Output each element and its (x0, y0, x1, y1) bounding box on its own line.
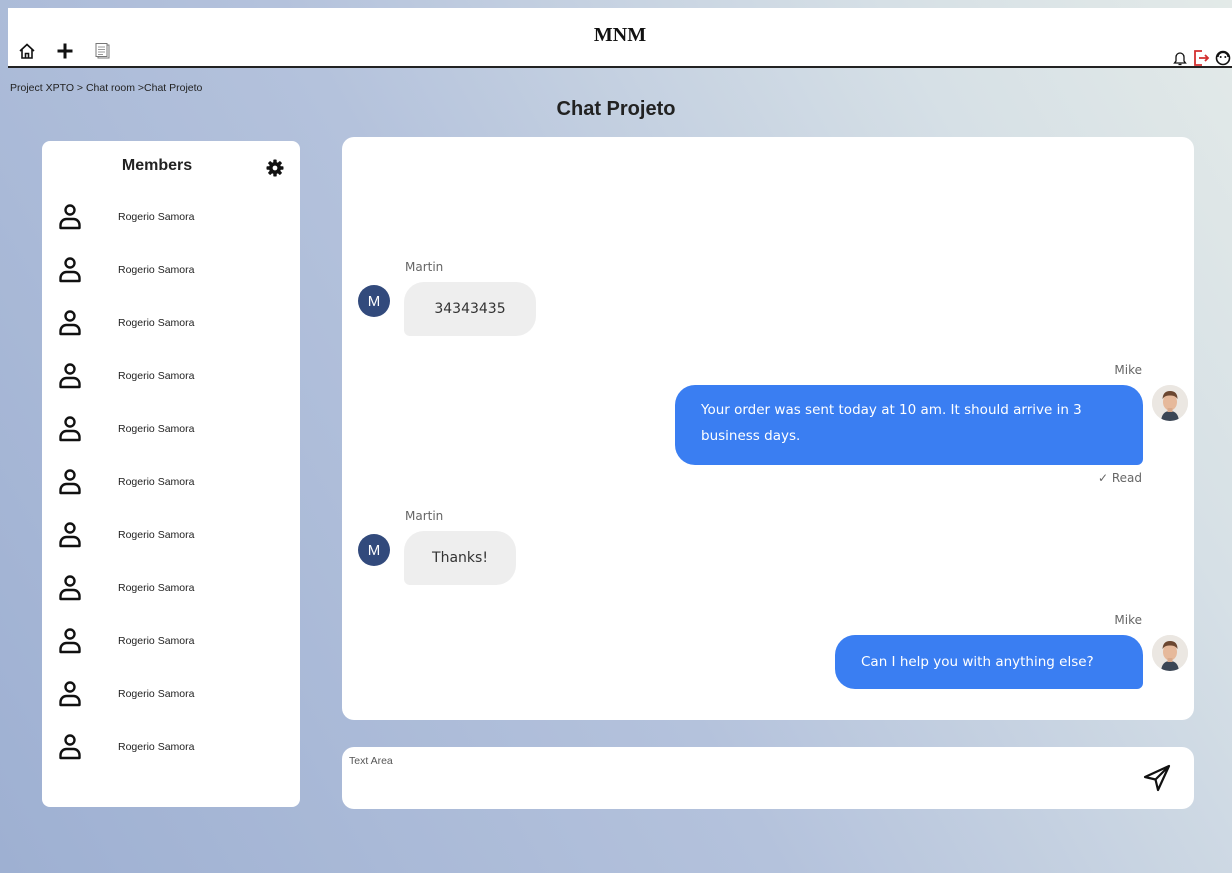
user-icon (58, 256, 82, 284)
member-item[interactable]: Rogerio Samora (42, 309, 300, 362)
member-list: Rogerio Samora Rogerio Samora Rogerio Sa… (42, 203, 300, 786)
member-item[interactable]: Rogerio Samora (42, 203, 300, 256)
app-brand: MNM (593, 24, 647, 46)
member-item[interactable]: Rogerio Samora (42, 468, 300, 521)
message-input[interactable]: Text Area (342, 747, 1194, 809)
member-name: Rogerio Samora (118, 264, 195, 276)
message-sender: Martin (405, 260, 444, 274)
user-icon (58, 468, 82, 496)
member-name: Rogerio Samora (118, 741, 195, 753)
message-sender: Martin (405, 509, 444, 523)
user-icon (58, 627, 82, 655)
member-item[interactable]: Rogerio Samora (42, 627, 300, 680)
user-icon (58, 680, 82, 708)
member-name: Rogerio Samora (118, 529, 195, 541)
member-name: Rogerio Samora (118, 423, 195, 435)
member-name: Rogerio Samora (118, 317, 195, 329)
read-status-label: Read (1111, 471, 1142, 485)
member-item[interactable]: Rogerio Samora (42, 680, 300, 733)
message-sender: Mike (1114, 613, 1142, 627)
avatar (1152, 635, 1188, 671)
avatar: M (358, 285, 390, 317)
logout-icon[interactable] (1193, 49, 1211, 67)
message-sender: Mike (1114, 363, 1142, 377)
members-title: Members (121, 157, 193, 174)
member-item[interactable]: Rogerio Samora (42, 521, 300, 574)
member-name: Rogerio Samora (118, 688, 195, 700)
chat-panel: Martin M 34343435 Mike Your order was se… (342, 137, 1194, 720)
read-status: ✓ Read (1098, 471, 1142, 485)
page-title: Chat Projeto (556, 98, 676, 120)
member-name: Rogerio Samora (118, 635, 195, 647)
message-bubble: Can I help you with anything else? (835, 635, 1143, 689)
user-icon (58, 574, 82, 602)
check-icon: ✓ (1097, 471, 1109, 485)
member-item[interactable]: Rogerio Samora (42, 733, 300, 786)
member-item[interactable]: Rogerio Samora (42, 256, 300, 309)
bell-icon[interactable] (1173, 50, 1187, 66)
avatar (1152, 385, 1188, 421)
member-item[interactable]: Rogerio Samora (42, 574, 300, 627)
members-panel: Members Rogerio Samora Rogerio Samora Ro… (42, 141, 300, 807)
message-input-placeholder: Text Area (349, 755, 393, 767)
member-name: Rogerio Samora (118, 211, 195, 223)
member-name: Rogerio Samora (118, 582, 195, 594)
member-item[interactable]: Rogerio Samora (42, 362, 300, 415)
user-icon (58, 203, 82, 231)
user-icon (58, 309, 82, 337)
message-bubble: Your order was sent today at 10 am. It s… (675, 385, 1143, 465)
user-icon (58, 362, 82, 390)
user-icon (58, 415, 82, 443)
message-bubble: 34343435 (404, 282, 536, 336)
top-bar: MNM (8, 8, 1232, 68)
breadcrumb[interactable]: Project XPTO > Chat room >Chat Projeto (10, 82, 202, 94)
gear-icon[interactable] (265, 158, 285, 178)
message-bubble: Thanks! (404, 531, 516, 585)
member-name: Rogerio Samora (118, 370, 195, 382)
profile-icon[interactable] (1215, 50, 1231, 66)
member-name: Rogerio Samora (118, 476, 195, 488)
user-icon (58, 733, 82, 761)
user-icon (58, 521, 82, 549)
avatar: M (358, 534, 390, 566)
send-icon[interactable] (1142, 763, 1172, 793)
member-item[interactable]: Rogerio Samora (42, 415, 300, 468)
